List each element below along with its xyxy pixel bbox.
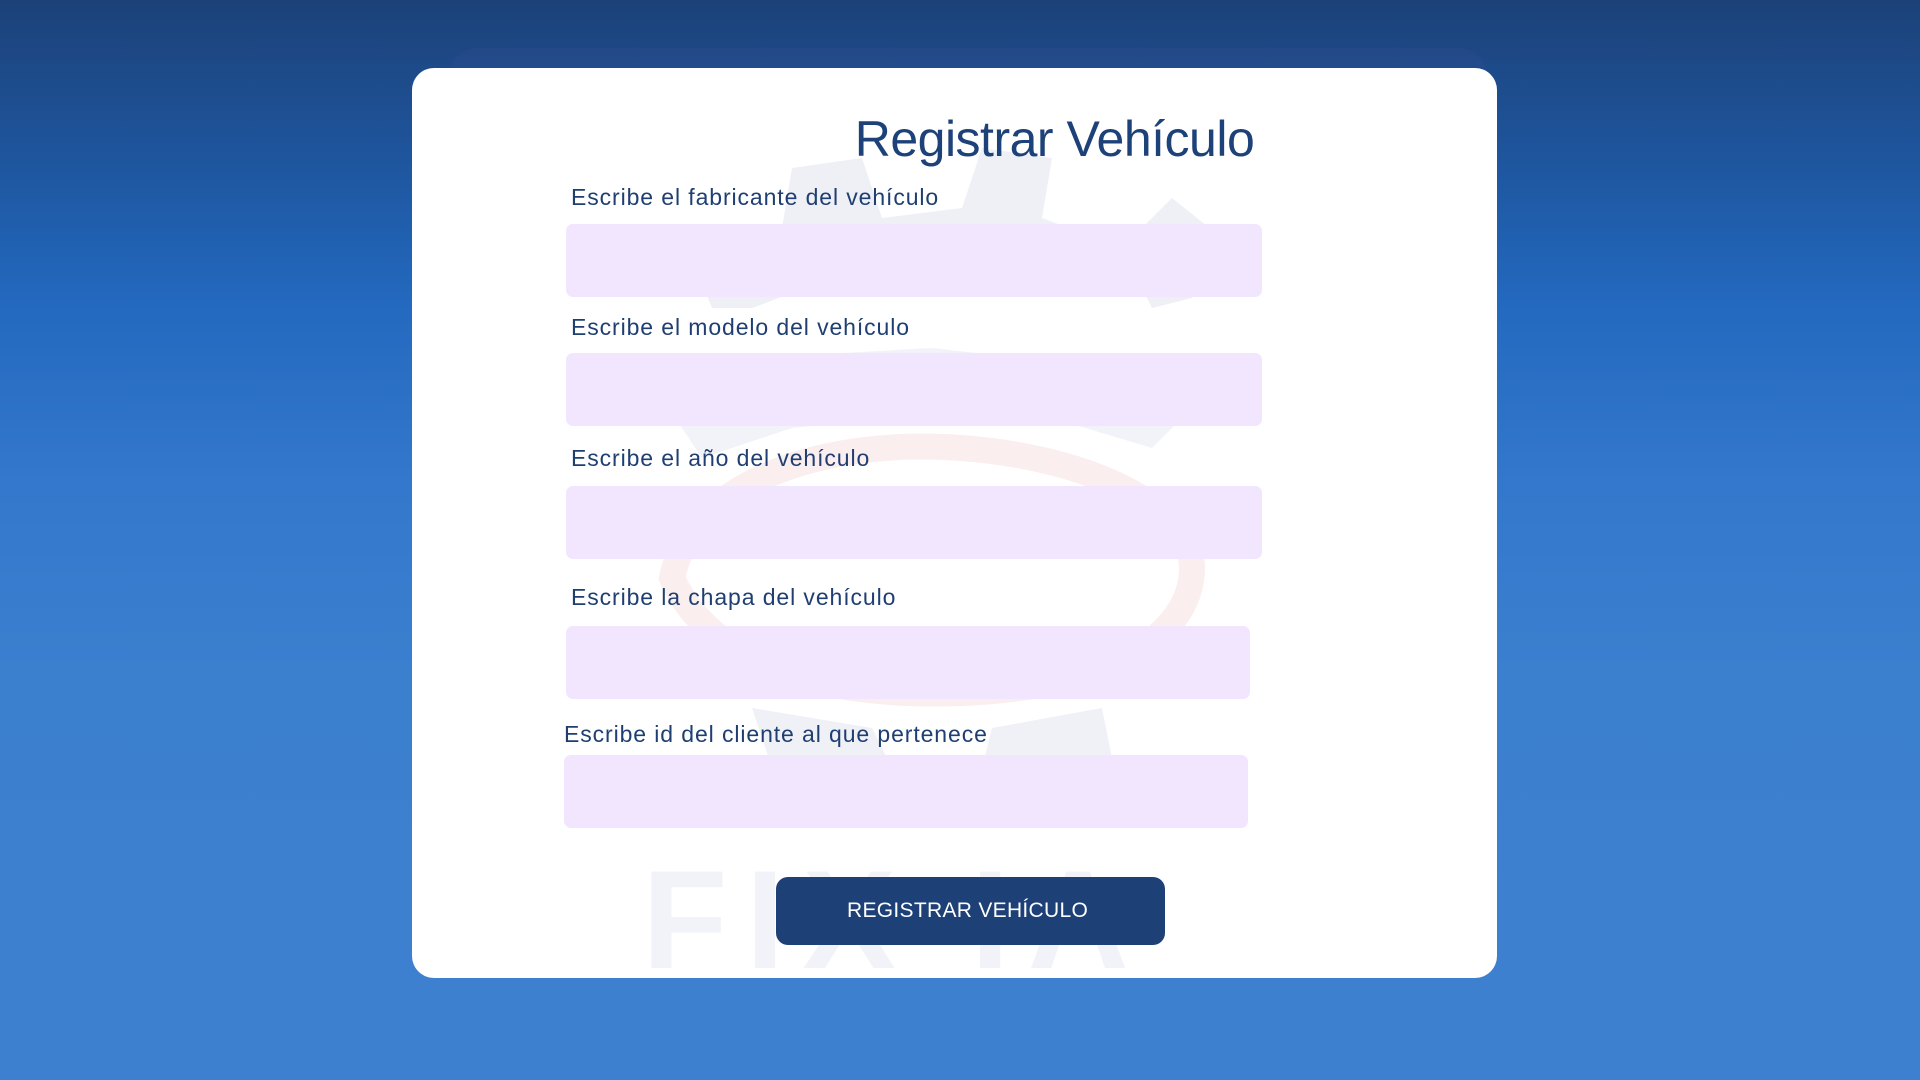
client-id-label: Escribe id del cliente al que pertenece — [564, 721, 988, 747]
model-input[interactable] — [566, 353, 1262, 426]
manufacturer-input[interactable] — [566, 224, 1262, 297]
register-vehicle-button[interactable]: REGISTRAR VEHÍCULO — [776, 877, 1165, 945]
client-id-input[interactable] — [564, 755, 1248, 828]
year-label: Escribe el año del vehículo — [571, 445, 871, 471]
plate-label: Escribe la chapa del vehículo — [571, 584, 897, 610]
plate-input[interactable] — [566, 626, 1250, 699]
register-vehicle-card: FIX IA Registrar Vehículo Escribe el fab… — [412, 68, 1497, 978]
model-label: Escribe el modelo del vehículo — [571, 314, 910, 340]
page-title: Registrar Vehículo — [854, 111, 1255, 167]
year-input[interactable] — [566, 486, 1262, 559]
manufacturer-label: Escribe el fabricante del vehículo — [571, 184, 940, 210]
